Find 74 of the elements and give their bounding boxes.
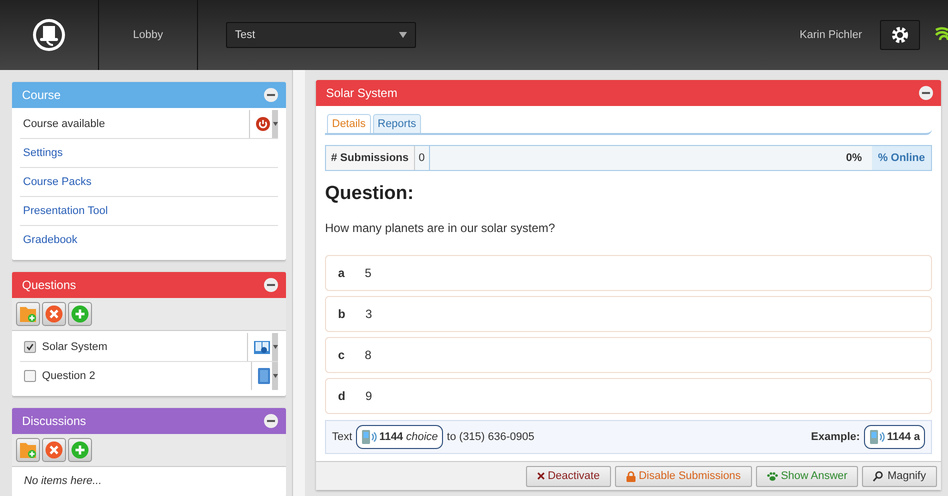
answer-button[interactable]: Show Answer: [756, 466, 858, 486]
question-item[interactable]: Solar System: [36, 341, 247, 353]
checkbox[interactable]: [24, 341, 36, 353]
answer-option[interactable]: b 3: [325, 296, 932, 332]
sidebar-link[interactable]: Settings: [20, 139, 278, 168]
empty-message: No items here...: [23, 474, 103, 489]
question-heading: Question:: [325, 183, 415, 205]
sms-code-chip: 1144 choice: [356, 425, 443, 449]
checkbox[interactable]: [24, 370, 36, 382]
course-select[interactable]: Test: [226, 22, 416, 48]
sms-text-label: Text: [332, 431, 352, 443]
example-chip: 1144 a: [864, 425, 925, 449]
checkmark-icon: [26, 343, 34, 351]
top-hat-logo-icon[interactable]: [31, 17, 67, 53]
add-icon: [71, 441, 89, 459]
folder-add-icon: [19, 305, 37, 323]
panel-title: Solar System: [326, 86, 398, 100]
paw-icon: [766, 472, 778, 480]
deactivate-button[interactable]: Deactivate: [526, 466, 611, 486]
book-icon: [254, 339, 270, 355]
sidebar-link[interactable]: Gradebook: [20, 226, 278, 254]
delete-icon: [45, 305, 63, 323]
dropdown-handle[interactable]: [272, 362, 278, 390]
power-icon: [256, 117, 270, 131]
answer-option[interactable]: c 8: [325, 337, 932, 373]
question-item[interactable]: Question 2: [36, 370, 251, 382]
online-percent: 0%: [846, 152, 862, 164]
panel-title: Discussions: [22, 414, 86, 428]
magnifier-icon: [873, 470, 884, 482]
phone-signal-icon: [361, 429, 378, 445]
example-label: Example:: [811, 431, 860, 443]
new-folder-button[interactable]: [16, 302, 40, 326]
panel-title: Questions: [22, 278, 76, 292]
sidebar-link[interactable]: Presentation Tool: [20, 197, 278, 226]
phone-signal-icon: [868, 429, 885, 445]
lock-icon: [626, 470, 636, 482]
collapse-icon[interactable]: [264, 414, 278, 428]
close-icon: [536, 472, 545, 480]
submissions-label: # Submissions: [326, 146, 415, 170]
new-folder-button[interactable]: [16, 438, 40, 462]
delete-button[interactable]: [42, 438, 66, 462]
page-icon: [258, 368, 270, 384]
sms-number-text: to (315) 636-0905: [446, 431, 534, 443]
course-status-label: Course available: [22, 118, 106, 130]
power-toggle[interactable]: [249, 110, 278, 138]
add-icon: [71, 305, 89, 323]
sidebar-link[interactable]: Course Packs: [20, 168, 278, 197]
dropdown-handle[interactable]: [272, 110, 278, 138]
caret-icon: [272, 122, 278, 126]
panel-title: Course: [22, 88, 61, 102]
caret-icon: [272, 374, 278, 378]
online-label: % Online: [872, 146, 931, 170]
user-name: Karin Pichler: [800, 29, 862, 41]
delete-button[interactable]: [42, 302, 66, 326]
folder-add-icon: [19, 441, 37, 459]
collapse-icon[interactable]: [264, 278, 278, 292]
caret-icon: [272, 345, 278, 349]
lobby-link[interactable]: Lobby: [99, 0, 198, 70]
add-button[interactable]: [68, 302, 92, 326]
magnify-button[interactable]: Magnify: [862, 466, 937, 486]
tab[interactable]: Reports: [372, 114, 422, 133]
scrollbar[interactable]: [292, 70, 305, 496]
collapse-icon[interactable]: [919, 86, 933, 100]
submissions-count: 0: [414, 146, 430, 170]
settings-icon: [891, 26, 909, 44]
add-button[interactable]: [68, 438, 92, 462]
answer-option[interactable]: d 9: [325, 378, 932, 414]
answer-option[interactable]: a 5: [325, 255, 932, 291]
question-text: How many planets are in our solar system?: [325, 221, 556, 235]
caret-icon: [399, 32, 407, 38]
settings-button[interactable]: [880, 20, 920, 50]
collapse-icon[interactable]: [264, 88, 278, 102]
dropdown-handle[interactable]: [272, 333, 278, 361]
delete-icon: [45, 441, 63, 459]
